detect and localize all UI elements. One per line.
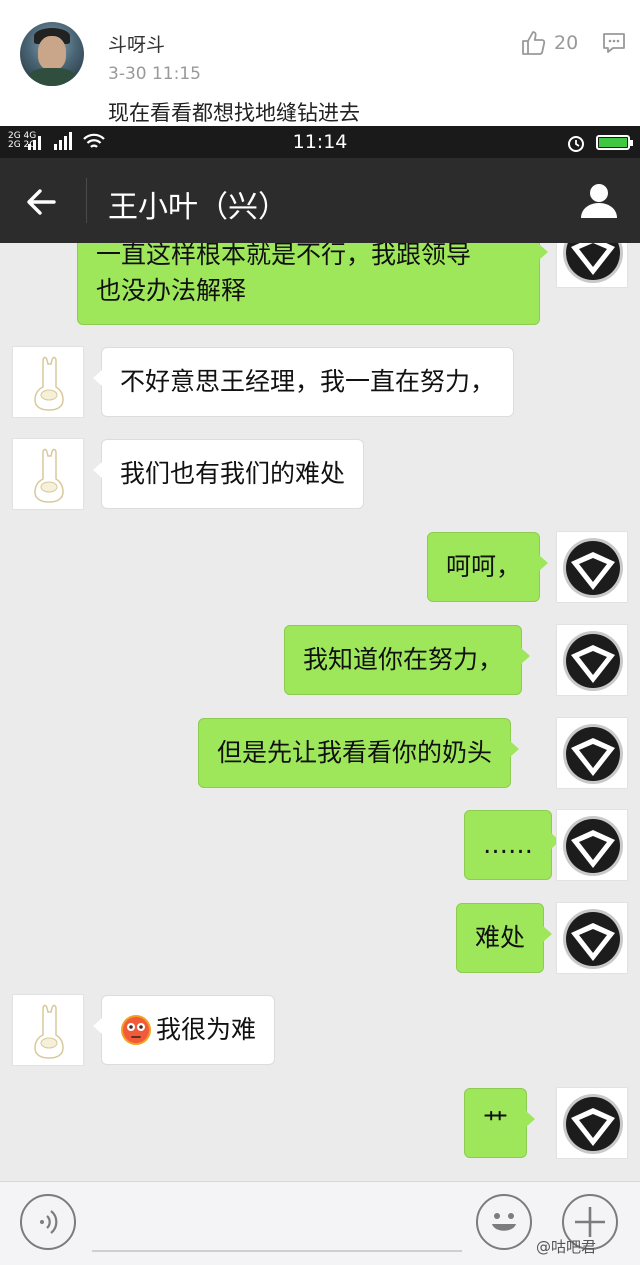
contact-profile-icon[interactable] [578,180,620,222]
message-text-input[interactable] [92,1250,462,1252]
chat-header: 王小叶（兴） [0,158,640,243]
like-count: 20 [554,32,579,54]
shield-logo-icon [563,1094,623,1154]
contact-avatar[interactable] [12,994,84,1066]
alarm-icon [568,136,584,152]
alpaca-icon [34,1004,64,1059]
shield-logo-icon [563,631,623,691]
commenter-avatar[interactable] [20,22,84,86]
my-avatar[interactable] [556,624,628,696]
message-bubble-received[interactable]: 我很为难 [92,995,276,1065]
my-avatar[interactable] [556,717,628,789]
my-avatar[interactable] [556,809,628,881]
my-avatar[interactable] [556,1087,628,1159]
message-bubble-sent[interactable]: …… [464,810,560,880]
chat-message-list[interactable]: 一直这样根本就是不行，我跟领导 也没办法解释 不好意思王经理，我一直在努力， 我… [0,243,640,1181]
shield-logo-icon [563,816,623,876]
message-bubble-sent[interactable]: 一直这样根本就是不行，我跟领导 也没办法解释 [77,243,548,325]
watermark: @咕吧君 [536,1238,597,1256]
status-clock: 11:14 [292,131,348,153]
comment-text: 现在看看都想找地缝钻进去 [108,101,360,125]
message-bubble-sent[interactable]: 呵呵， [427,532,549,602]
contact-avatar[interactable] [12,438,84,510]
thumbs-up-icon [522,31,546,55]
header-divider [86,178,87,223]
message-bubble-received[interactable]: 我们也有我们的难处 [92,439,365,509]
status-bar: 2G 4G 2G 2G 11:14 [0,126,640,158]
back-arrow-icon[interactable] [22,182,62,222]
comment-time: 3-30 11:15 [108,64,201,84]
like-button[interactable]: 20 [520,30,578,56]
message-bubble-received[interactable]: 不好意思王经理，我一直在努力， [92,347,515,417]
my-avatar[interactable] [556,243,628,288]
message-bubble-sent[interactable]: 我知道你在努力， [284,625,531,695]
flushed-face-icon [121,1015,151,1045]
commenter-username[interactable]: 斗呀斗 [108,30,165,57]
battery-icon [596,135,633,150]
smiley-face-icon [492,1213,516,1231]
message-bubble-sent[interactable]: 难处 [456,903,553,973]
message-bubble-sent[interactable]: 艹 [464,1088,536,1158]
shield-logo-icon [563,909,623,969]
shield-logo-icon [563,538,623,598]
voice-wave-icon [40,1210,58,1234]
my-avatar[interactable] [556,531,628,603]
reply-button[interactable] [602,32,626,58]
alpaca-icon [34,356,64,411]
voice-input-button[interactable] [20,1194,76,1250]
emoji-button[interactable] [476,1194,532,1250]
shield-logo-icon [563,243,623,283]
comment-bubble-icon [603,33,625,53]
alpaca-icon [34,448,64,503]
contact-avatar[interactable] [12,346,84,418]
my-avatar[interactable] [556,902,628,974]
chat-title: 王小叶（兴） [108,190,288,225]
comment-card: 斗呀斗 3-30 11:15 现在看看都想找地缝钻进去 20 [0,0,640,126]
message-bubble-sent[interactable]: 但是先让我看看你的奶头 [198,718,520,788]
shield-logo-icon [563,724,623,784]
